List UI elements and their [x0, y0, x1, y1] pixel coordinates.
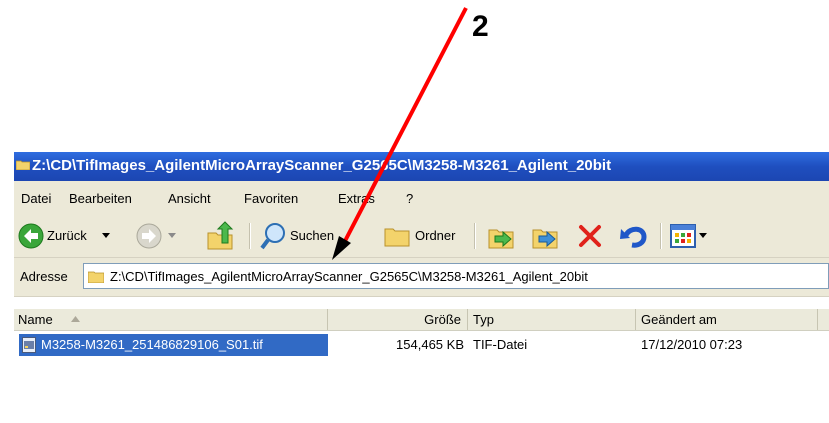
undo-icon — [620, 226, 647, 248]
toolbar-separator — [660, 223, 662, 249]
search-button[interactable]: Suchen — [258, 215, 346, 257]
sort-ascending-icon — [71, 316, 80, 322]
file-modified: 17/12/2010 07:23 — [641, 337, 743, 352]
toolbar-separator — [249, 223, 251, 249]
file-row[interactable]: M3258-M3261_251486829106_S01.tif 154,465… — [14, 334, 829, 356]
views-grid-icon — [670, 224, 696, 248]
menu-datei[interactable]: Datei — [21, 191, 51, 206]
menu-favoriten[interactable]: Favoriten — [244, 191, 298, 206]
menu-bearbeiten[interactable]: Bearbeiten — [69, 191, 132, 206]
toolbar: Zurück Suchen Ordner — [14, 215, 829, 258]
chevron-down-icon — [699, 233, 707, 238]
copy-to-icon — [532, 229, 558, 249]
up-folder-button[interactable] — [202, 215, 238, 257]
address-bar: Adresse Z:\CD\TifImages_AgilentMicroArra… — [14, 258, 829, 297]
move-to-button[interactable] — [484, 215, 518, 257]
address-field[interactable]: Z:\CD\TifImages_AgilentMicroArrayScanner… — [83, 263, 829, 289]
menu-extras[interactable]: Extras — [338, 191, 375, 206]
annotation-step-number: 2 — [472, 10, 489, 43]
column-header-modified[interactable]: Geändert am — [636, 309, 818, 330]
toolbar-separator — [474, 223, 476, 249]
window-title: Z:\CD\TifImages_AgilentMicroArrayScanner… — [32, 157, 612, 174]
file-size: 154,465 KB — [396, 337, 464, 352]
delete-x-icon — [579, 225, 601, 247]
address-label: Adresse — [20, 269, 68, 284]
address-value: Z:\CD\TifImages_AgilentMicroArrayScanner… — [110, 269, 588, 284]
views-button[interactable] — [668, 215, 710, 257]
chevron-down-icon — [102, 233, 110, 238]
copy-to-button[interactable] — [528, 215, 562, 257]
back-label: Zurück — [47, 228, 87, 243]
back-button[interactable]: Zurück — [16, 215, 116, 257]
forward-button[interactable] — [132, 215, 182, 257]
file-name: M3258-M3261_251486829106_S01.tif — [41, 337, 263, 352]
back-arrow-icon — [18, 223, 44, 249]
menu-help[interactable]: ? — [406, 191, 413, 206]
tif-file-icon — [22, 337, 36, 353]
menu-ansicht[interactable]: Ansicht — [168, 191, 211, 206]
column-header-type[interactable]: Typ — [468, 309, 636, 330]
folder-icon — [384, 228, 410, 247]
move-to-icon — [488, 229, 514, 249]
column-header-size[interactable]: Größe — [328, 309, 468, 330]
folder-icon — [88, 271, 104, 283]
undo-button[interactable] — [618, 215, 650, 257]
up-folder-icon — [207, 221, 234, 250]
folders-button[interactable]: Ordner — [380, 215, 470, 257]
chevron-down-icon — [168, 233, 176, 238]
search-label: Suchen — [290, 228, 335, 243]
folders-label: Ordner — [415, 228, 456, 243]
menu-bar: Datei Bearbeiten Ansicht Favoriten Extra… — [14, 181, 829, 216]
title-bar[interactable]: Z:\CD\TifImages_AgilentMicroArrayScanner… — [14, 152, 829, 181]
folder-icon — [16, 160, 30, 170]
search-icon — [260, 223, 285, 250]
explorer-window: Z:\CD\TifImages_AgilentMicroArrayScanner… — [14, 152, 829, 423]
column-header-name[interactable]: Name — [14, 309, 328, 330]
column-headers: Name Größe Typ Geändert am — [14, 309, 829, 331]
delete-button[interactable] — [574, 215, 606, 257]
file-type: TIF-Datei — [473, 337, 528, 352]
forward-arrow-icon — [136, 223, 162, 249]
